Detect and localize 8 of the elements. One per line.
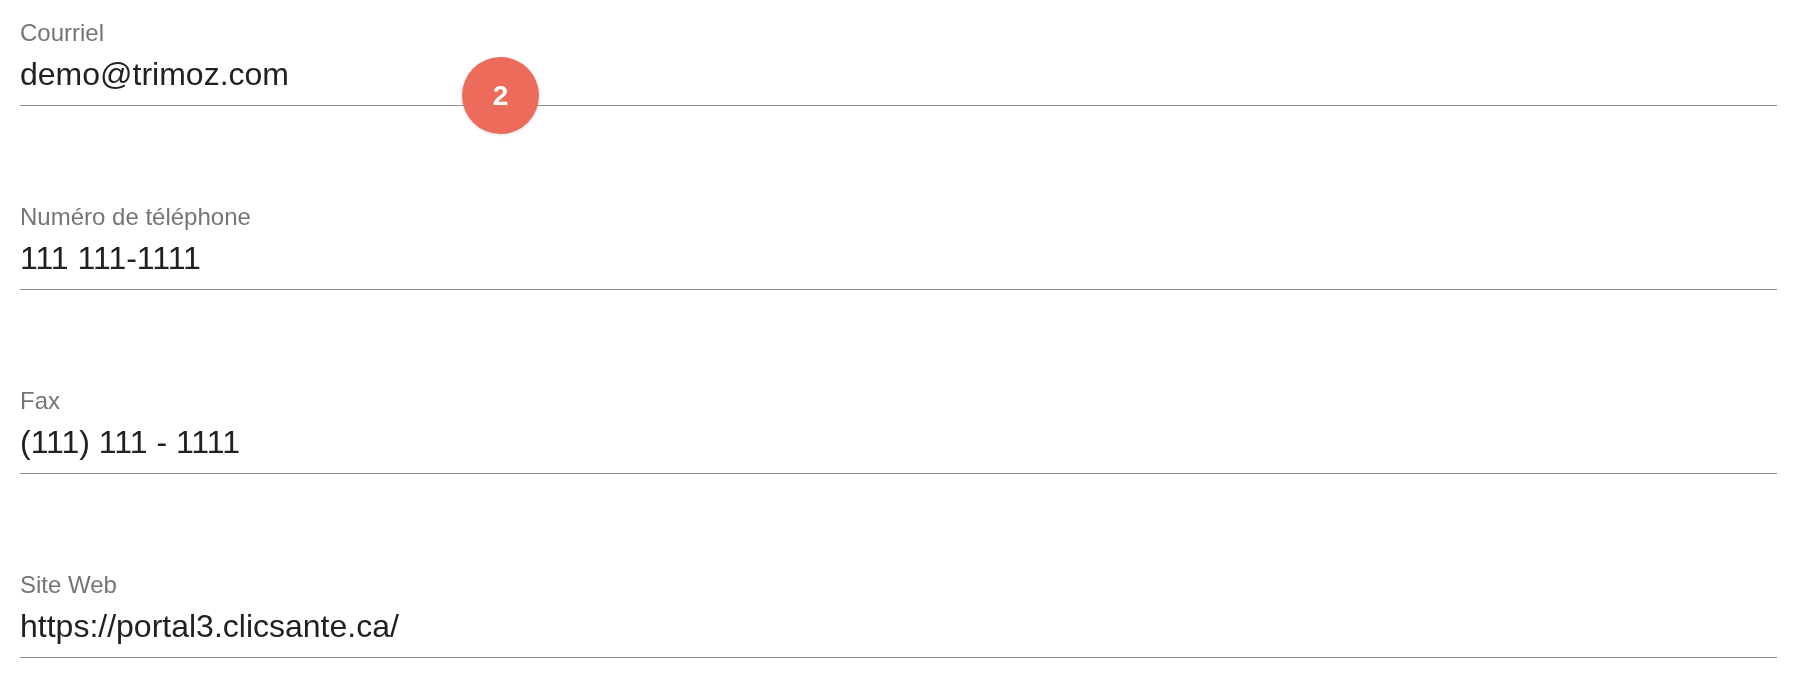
- field-label: Site Web: [20, 571, 117, 599]
- field-label: Fax: [20, 387, 60, 415]
- step-number-badge: 2: [462, 57, 539, 134]
- text-field[interactable]: 111 111-1111: [20, 238, 1777, 290]
- field-label: Numéro de téléphone: [20, 203, 251, 231]
- field-label: Courriel: [20, 19, 105, 47]
- text-field[interactable]: (111) 111 - 1111: [20, 422, 1777, 474]
- text-field[interactable]: https://portal3.clicsante.ca/: [20, 606, 1777, 658]
